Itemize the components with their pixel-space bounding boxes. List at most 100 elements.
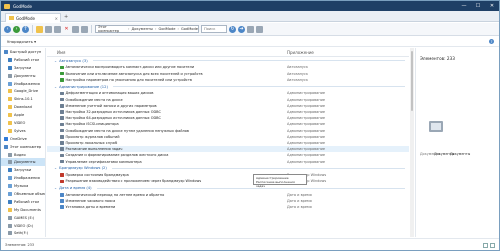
column-name[interactable]: Имя — [47, 50, 287, 55]
desktop-icon — [8, 199, 12, 204]
details-view-icon[interactable] — [483, 242, 488, 248]
minimize-button[interactable]: — — [457, 1, 471, 11]
new-tab-button[interactable]: + — [64, 14, 68, 20]
control-panel-icon — [60, 199, 64, 203]
cube-icon — [8, 191, 12, 196]
up-icon[interactable]: ↑ — [22, 25, 29, 33]
chevron-right-icon: › — [128, 27, 130, 31]
nav-item[interactable]: GAMES (E:) — [1, 214, 45, 222]
chevron-down-icon[interactable]: ⌄ — [54, 85, 57, 89]
item-category: Автозапуск — [287, 65, 309, 70]
item-name: Настройка параметров по умолчанию для но… — [65, 77, 192, 82]
nav-item-label: Download — [14, 105, 32, 110]
drive-icon — [8, 231, 12, 236]
nav-item[interactable]: VIDEO (D:) — [1, 222, 45, 230]
nav-item[interactable]: OneDrive — [1, 135, 45, 143]
group-title: Администрирование (12) — [59, 84, 108, 89]
folder-icon — [9, 16, 14, 20]
nav-item[interactable]: Download — [1, 103, 45, 111]
column-category[interactable]: Приложение — [287, 50, 314, 55]
item-name: Настройка iSCSI-инициатора — [65, 122, 119, 127]
nav-item[interactable]: Apple — [1, 111, 45, 119]
item-name-cell: Дефрагментация и оптимизация ваших диско… — [47, 91, 287, 95]
layout-icon[interactable] — [256, 25, 263, 33]
nav-item[interactable]: Skins-10.1 — [1, 95, 45, 103]
nav-item-label: OneDrive — [10, 136, 27, 141]
refresh-icon[interactable]: ↻ — [229, 25, 236, 33]
group-header[interactable]: ⌄ Автозапуск (3) — [47, 57, 409, 64]
maximize-button[interactable]: ☐ — [471, 1, 485, 11]
group-header[interactable]: ⌄ Администрирование (12) — [47, 83, 409, 90]
help-icon[interactable]: ? — [489, 39, 494, 44]
nav-item[interactable]: Изображения — [1, 80, 45, 88]
paste-icon[interactable] — [54, 25, 61, 33]
vertical-scrollbar[interactable] — [410, 48, 414, 237]
item-category: Дата и время — [287, 192, 312, 197]
scrollbar-thumb[interactable] — [411, 51, 413, 111]
nav-item[interactable]: Рабочий стол — [1, 56, 45, 64]
properties-icon[interactable] — [81, 25, 88, 33]
copy-icon[interactable] — [45, 25, 52, 33]
nav-item[interactable]: VIDEO — [1, 119, 45, 127]
nav-item[interactable]: Загрузки — [1, 166, 45, 174]
item-name-cell: Управление сертификатами компьютера — [47, 160, 287, 164]
group-header[interactable]: ⌄ Брандмауэр Windows (2) — [47, 165, 409, 172]
icons-view-icon[interactable] — [490, 242, 495, 248]
nav-item[interactable]: My Documents — [1, 206, 45, 214]
nav-item[interactable]: Sylves — [1, 127, 45, 135]
computer-icon — [4, 144, 8, 149]
address-bar[interactable]: Этот компьютер › Документы › GodMode › G… — [95, 25, 199, 33]
nav-item[interactable]: Seth(F:) — [1, 229, 45, 237]
item-category: Администрирование — [287, 147, 326, 152]
new-folder-icon[interactable] — [36, 25, 43, 33]
nav-item[interactable]: Объемные объекты — [1, 190, 45, 198]
tab-godmode[interactable]: GodMode × — [5, 13, 61, 22]
organize-button[interactable]: Упорядочить ▾ — [7, 39, 36, 44]
item-name: Проверка состояния брандмауэра — [65, 173, 129, 178]
nav-item[interactable]: Рабочий стол — [1, 198, 45, 206]
nav-item[interactable]: Быстрый доступ — [1, 48, 45, 56]
delete-icon[interactable]: ✕ — [63, 26, 70, 33]
forward-icon[interactable]: › — [13, 25, 20, 33]
tab-close-icon[interactable]: × — [55, 16, 58, 21]
breadcrumb-godmode[interactable]: GodMode — [158, 27, 175, 31]
search-input[interactable]: Поиск — [201, 25, 227, 33]
item-name-cell: Настройка 64-разрядных источников данных… — [47, 116, 287, 120]
list-item[interactable]: Установка даты и времени Дата и время — [47, 204, 409, 210]
nav-item[interactable]: Google_Drive — [1, 87, 45, 95]
close-button[interactable]: ✕ — [485, 1, 499, 11]
nav-item[interactable]: Документы — [1, 158, 45, 167]
control-panel-icon — [60, 97, 64, 102]
item-name: Автоматический переход на летнее время и… — [65, 192, 165, 197]
group-header[interactable]: ⌄ Дата и время (4) — [47, 184, 409, 191]
control-panel-icon — [60, 135, 64, 139]
folder-icon — [8, 207, 12, 212]
item-name: Управление сертификатами компьютера — [65, 159, 142, 164]
command-bar: Упорядочить ▾ ? — [1, 37, 499, 47]
nav-item[interactable]: Загрузки — [1, 64, 45, 72]
nav-item[interactable]: Музыка — [1, 182, 45, 190]
nav-item-label: Загрузки — [14, 65, 32, 70]
window-title: GodMode — [13, 3, 32, 9]
nav-item-label: Загрузки — [14, 168, 32, 173]
breadcrumb-documents[interactable]: Документы — [131, 27, 153, 31]
rename-icon[interactable] — [72, 25, 79, 33]
item-name: Установка даты и времени — [65, 205, 116, 210]
item-name-cell: Изменение часового пояса — [47, 199, 287, 203]
back-icon[interactable]: ‹ — [4, 25, 11, 33]
nav-item[interactable]: Документы — [1, 72, 45, 80]
view-icon[interactable] — [247, 25, 254, 33]
chevron-down-icon[interactable]: ⌄ — [54, 186, 57, 190]
group-divider — [112, 86, 405, 87]
navigate-icon[interactable]: ➜ — [238, 25, 245, 33]
nav-item-label: GAMES (E:) — [14, 215, 35, 220]
details-title: Элементов: 233 — [420, 56, 455, 61]
chevron-down-icon[interactable]: ⌄ — [54, 59, 57, 63]
nav-item[interactable]: Видео — [1, 151, 45, 159]
nav-item[interactable]: Этот компьютер — [1, 143, 45, 151]
control-panel-icon — [60, 179, 64, 184]
chevron-down-icon[interactable]: ⌄ — [54, 166, 57, 170]
nav-item[interactable]: Изображения — [1, 174, 45, 182]
breadcrumb-godmode-current[interactable]: GodMode — [181, 27, 198, 31]
breadcrumb-computer[interactable]: Этот компьютер — [98, 25, 126, 33]
